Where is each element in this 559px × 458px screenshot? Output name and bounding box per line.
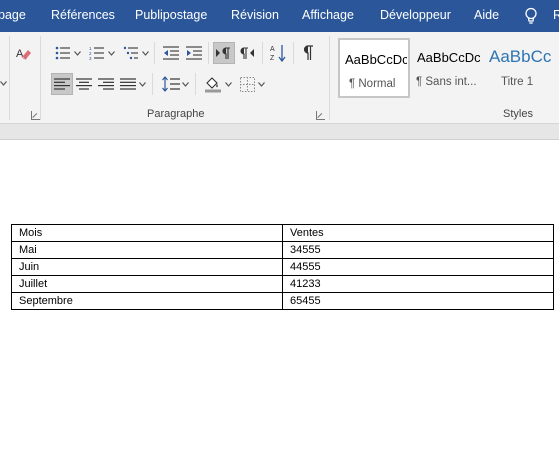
tab-affichage[interactable]: Affichage: [302, 8, 354, 22]
divider: [152, 73, 153, 95]
svg-text:Z: Z: [270, 55, 275, 62]
decrease-indent-icon: [163, 46, 179, 60]
table-row: Mai 34555: [11, 241, 554, 259]
divider: [293, 42, 294, 64]
table-cell[interactable]: Mai: [11, 241, 283, 259]
table-cell[interactable]: Juin: [11, 258, 283, 276]
ribbon: A 1 2 3 A Z Paragraphe AaBbCcDc ¶ Normal…: [0, 32, 559, 124]
tab-references[interactable]: Références: [51, 8, 115, 22]
shading-button[interactable]: [202, 73, 224, 95]
data-table[interactable]: Mois Ventes Mai 34555 Juin 44555 Juillet…: [11, 224, 554, 310]
sort-button[interactable]: A Z: [267, 42, 289, 64]
table-cell[interactable]: 41233: [282, 275, 554, 293]
sort-icon: A Z: [270, 44, 286, 62]
eraser-icon: A: [16, 45, 32, 61]
style-name: ¶ Normal: [349, 78, 396, 90]
divider: [195, 73, 196, 95]
justify-dropdown[interactable]: [139, 73, 146, 95]
bullets-icon: [55, 46, 71, 60]
line-spacing-dropdown[interactable]: [182, 73, 189, 95]
divider: [208, 42, 209, 64]
decrease-indent-button[interactable]: [160, 42, 182, 64]
ltr-icon: [216, 46, 232, 60]
svg-text:A: A: [270, 46, 275, 53]
numbering-icon: 1 2 3: [89, 46, 105, 60]
shading-dropdown[interactable]: [225, 73, 232, 95]
document-top-gap: [0, 124, 559, 140]
group-separator: [40, 36, 41, 120]
table-row: Juillet 41233: [11, 275, 554, 293]
paragraph-dialog-launcher-icon[interactable]: [316, 111, 325, 120]
table-cell[interactable]: 44555: [282, 258, 554, 276]
styles-group-label: Styles: [503, 108, 533, 120]
tab-publipostage[interactable]: Publipostage: [135, 8, 207, 22]
style-normal[interactable]: AaBbCcDc ¶ Normal: [338, 38, 410, 98]
style-sample: AaBbCcDc: [417, 50, 480, 65]
center-icon: [76, 78, 92, 90]
table-header-row: Mois Ventes: [11, 224, 554, 242]
borders-icon: [239, 76, 255, 92]
style-sans-interligne[interactable]: AaBbCcDc ¶ Sans int...: [412, 38, 482, 98]
divider: [154, 42, 155, 64]
style-name: Titre 1: [501, 76, 534, 88]
group-separator: [329, 36, 330, 120]
numbering-button[interactable]: 1 2 3: [86, 42, 108, 64]
style-sample: AaBbCcDc: [345, 52, 407, 67]
rtl-icon: [239, 46, 255, 60]
ribbon-tab-bar: page Références Publipostage Révision Af…: [0, 0, 559, 32]
align-left-icon: [54, 78, 70, 90]
paragraph-group-label: Paragraphe: [147, 108, 205, 120]
font-dialog-launcher-icon[interactable]: [31, 111, 40, 120]
multilevel-list-icon: [123, 46, 139, 60]
align-left-button[interactable]: [51, 73, 73, 95]
numbering-dropdown[interactable]: [108, 42, 115, 64]
style-titre-1[interactable]: AaBbCc Titre 1: [484, 38, 559, 98]
tab-developpeur[interactable]: Développeur: [380, 8, 451, 22]
multilevel-list-button[interactable]: [120, 42, 142, 64]
tab-revision[interactable]: Révision: [231, 8, 279, 22]
borders-button[interactable]: [236, 73, 258, 95]
show-hide-marks-button[interactable]: [297, 42, 319, 64]
align-right-icon: [98, 78, 114, 90]
shading-icon: [204, 75, 222, 93]
tab-page[interactable]: page: [0, 8, 26, 22]
borders-dropdown[interactable]: [258, 73, 265, 95]
right-to-left-button[interactable]: [236, 42, 258, 64]
line-spacing-button[interactable]: [160, 73, 182, 95]
table-cell[interactable]: Septembre: [11, 292, 283, 310]
divider: [262, 42, 263, 64]
lightbulb-icon[interactable]: [524, 7, 538, 25]
svg-text:3: 3: [89, 56, 92, 60]
center-button[interactable]: [73, 73, 95, 95]
table-row: Juin 44555: [11, 258, 554, 276]
multilevel-list-dropdown[interactable]: [142, 42, 149, 64]
justify-button[interactable]: [117, 73, 139, 95]
increase-indent-button[interactable]: [183, 42, 205, 64]
clear-formatting-button[interactable]: A: [13, 42, 35, 64]
tab-aide[interactable]: Aide: [474, 8, 499, 22]
justify-icon: [120, 78, 136, 90]
chevron-down-icon[interactable]: [0, 72, 7, 94]
pilcrow-icon: [302, 45, 314, 61]
bullets-button[interactable]: [52, 42, 74, 64]
style-name: ¶ Sans int...: [416, 76, 477, 88]
increase-indent-icon: [186, 46, 202, 60]
table-header-cell[interactable]: Mois: [11, 224, 283, 242]
table-row: Septembre 65455: [11, 292, 554, 310]
tab-search-truncated[interactable]: R: [553, 8, 559, 22]
bullets-dropdown[interactable]: [74, 42, 81, 64]
table-cell[interactable]: 65455: [282, 292, 554, 310]
style-sample: AaBbCc: [489, 47, 552, 66]
svg-text:A: A: [16, 48, 24, 60]
table-cell[interactable]: Juillet: [11, 275, 283, 293]
group-separator: [9, 36, 10, 120]
align-right-button[interactable]: [95, 73, 117, 95]
table-cell[interactable]: 34555: [282, 241, 554, 259]
table-header-cell[interactable]: Ventes: [282, 224, 554, 242]
left-to-right-button[interactable]: [213, 42, 235, 64]
line-spacing-icon: [162, 76, 180, 92]
